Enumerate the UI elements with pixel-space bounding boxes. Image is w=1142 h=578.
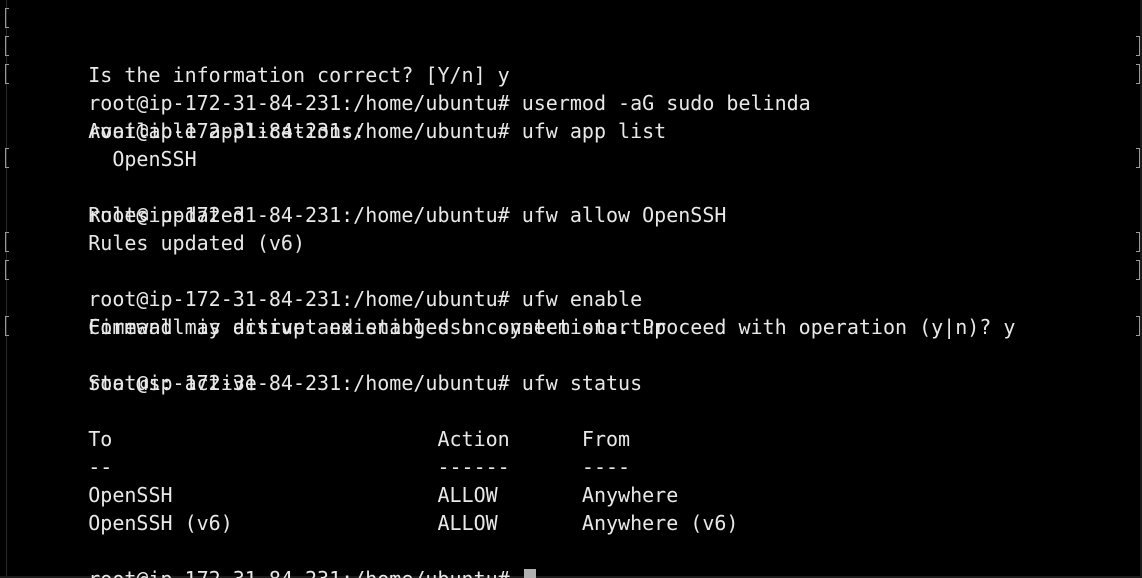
terminal-output: Is the information correct? [Y/n] y root…: [5, 5, 1140, 578]
terminal-line: To Action From: [88, 427, 631, 451]
terminal-line: Is the information correct? [Y/n] y: [5, 5, 1126, 87]
terminal-line: OpenSSH: [88, 147, 197, 171]
line-mark-icon: [5, 232, 9, 252]
text-cursor[interactable]: [523, 568, 536, 578]
line-mark-icon: [5, 8, 9, 28]
line-right-mark-icon: [1136, 232, 1140, 252]
terminal-line: -- ------ ----: [88, 455, 631, 479]
terminal-window[interactable]: Is the information correct? [Y/n] y root…: [0, 0, 1142, 578]
line-mark-icon: [5, 148, 9, 168]
line-right-mark-icon: [1136, 316, 1140, 336]
line-mark-icon: [5, 316, 9, 336]
terminal-line: root@ip-172-31-84-231:/home/ubuntu# user…: [5, 33, 1140, 115]
line-mark-icon: [5, 36, 9, 56]
window-left-edge: [6, 0, 7, 578]
terminal-line: Available applications:: [88, 119, 366, 143]
terminal-line: Rules updated (v6): [88, 231, 305, 255]
line-right-mark-icon: [1136, 148, 1140, 168]
terminal-line: Command may disrupt existing ssh connect…: [5, 257, 1140, 339]
terminal-line: Rules updated: [88, 203, 245, 227]
terminal-line: Firewall is active and enabled on system…: [88, 315, 667, 339]
terminal-line: root@ip-172-31-84-231:/home/ubuntu# ufw …: [5, 145, 1140, 227]
terminal-line: root@ip-172-31-84-231:/home/ubuntu# ufw …: [5, 313, 1140, 395]
terminal-line: Status: active: [88, 371, 257, 395]
terminal-line: root@ip-172-31-84-231:/home/ubuntu# ufw …: [5, 229, 1140, 311]
terminal-line: OpenSSH ALLOW Anywhere: [88, 483, 679, 507]
prompt-text: root@ip-172-31-84-231:/home/ubuntu#: [88, 567, 521, 578]
terminal-line: root@ip-172-31-84-231:/home/ubuntu# ufw …: [5, 61, 1140, 143]
line-right-mark-icon: [1136, 64, 1140, 84]
terminal-line: OpenSSH (v6) ALLOW Anywhere (v6): [88, 511, 739, 535]
line-right-mark-icon: [1136, 260, 1140, 280]
line-mark-icon: [5, 64, 9, 84]
line-right-mark-icon: [1136, 36, 1140, 56]
terminal-prompt-line[interactable]: root@ip-172-31-84-231:/home/ubuntu#: [16, 537, 1126, 578]
line-mark-icon: [5, 260, 9, 280]
